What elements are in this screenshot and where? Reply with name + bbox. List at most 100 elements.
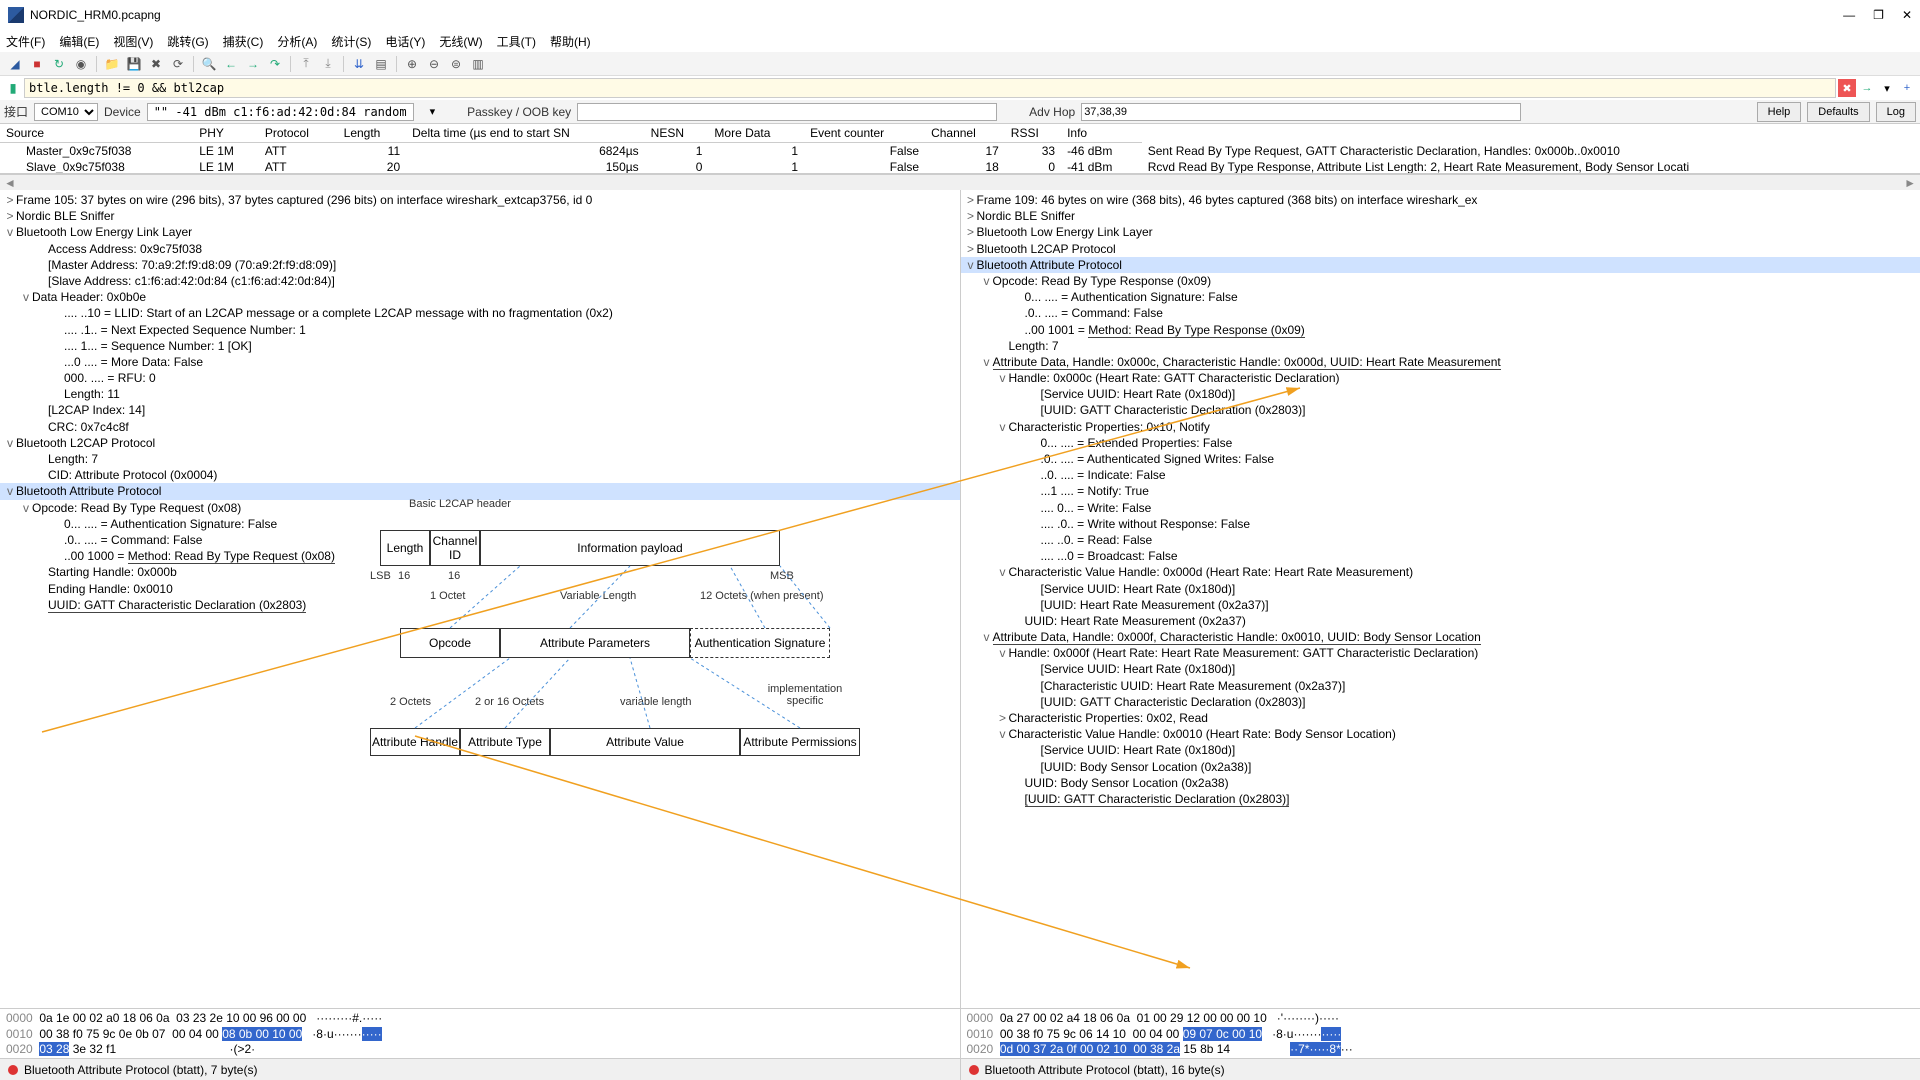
- tree-node[interactable]: Ending Handle: 0x0010: [0, 581, 960, 597]
- help-button[interactable]: Help: [1757, 102, 1802, 122]
- log-button[interactable]: Log: [1876, 102, 1916, 122]
- menu-item[interactable]: 视图(V): [113, 33, 153, 50]
- tree-node[interactable]: [Service UUID: Heart Rate (0x180d)]: [961, 661, 1920, 677]
- tree-node[interactable]: vAttribute Data, Handle: 0x000c, Charact…: [961, 354, 1920, 370]
- goto-last-icon[interactable]: ⤓: [319, 55, 337, 73]
- tree-node[interactable]: .... 1... = Sequence Number: 1 [OK]: [0, 338, 960, 354]
- tree-node[interactable]: Length: 11: [0, 386, 960, 402]
- tree-node[interactable]: vAttribute Data, Handle: 0x000f, Charact…: [961, 629, 1920, 645]
- column-header[interactable]: RSSI: [1005, 124, 1061, 143]
- column-header[interactable]: More Data: [708, 124, 804, 143]
- tree-node[interactable]: .... ..10 = LLID: Start of an L2CAP mess…: [0, 305, 960, 321]
- tree-node[interactable]: 0... .... = Extended Properties: False: [961, 435, 1920, 451]
- menu-item[interactable]: 编辑(E): [59, 33, 99, 50]
- tree-node[interactable]: vCharacteristic Value Handle: 0x000d (He…: [961, 564, 1920, 580]
- tree-node[interactable]: CID: Attribute Protocol (0x0004): [0, 467, 960, 483]
- tree-node[interactable]: [L2CAP Index: 14]: [0, 402, 960, 418]
- packet-list-scrollbar[interactable]: ◄►: [0, 174, 1920, 190]
- tree-node[interactable]: ...0 .... = More Data: False: [0, 354, 960, 370]
- menubar[interactable]: 文件(F)编辑(E)视图(V)跳转(G)捕获(C)分析(A)统计(S)电话(Y)…: [0, 30, 1920, 52]
- tree-node[interactable]: >Characteristic Properties: 0x02, Read: [961, 710, 1920, 726]
- menu-item[interactable]: 帮助(H): [550, 33, 591, 50]
- close-file-icon[interactable]: ✖: [147, 55, 165, 73]
- tree-node[interactable]: [Slave Address: c1:f6:ad:42:0d:84 (c1:f6…: [0, 273, 960, 289]
- autoscroll-icon[interactable]: ⇊: [350, 55, 368, 73]
- tree-node[interactable]: [UUID: GATT Characteristic Declaration (…: [961, 694, 1920, 710]
- table-row[interactable]: Master_0x9c75f038LE 1MATT116824µs11False…: [0, 143, 1920, 160]
- tree-node[interactable]: >Nordic BLE Sniffer: [0, 208, 960, 224]
- resize-cols-icon[interactable]: ▥: [469, 55, 487, 73]
- filter-clear-icon[interactable]: ✖: [1838, 79, 1856, 97]
- prev-icon[interactable]: ←: [222, 55, 240, 73]
- tree-node[interactable]: vData Header: 0x0b0e: [0, 289, 960, 305]
- tree-node[interactable]: vHandle: 0x000f (Heart Rate: Heart Rate …: [961, 645, 1920, 661]
- maximize-button[interactable]: ❐: [1873, 8, 1884, 22]
- find-icon[interactable]: 🔍: [200, 55, 218, 73]
- tree-node[interactable]: >Bluetooth L2CAP Protocol: [961, 241, 1920, 257]
- options-icon[interactable]: ◉: [72, 55, 90, 73]
- open-file-icon[interactable]: 📁: [103, 55, 121, 73]
- tree-node[interactable]: .... .1.. = Next Expected Sequence Numbe…: [0, 322, 960, 338]
- column-header[interactable]: PHY: [193, 124, 259, 143]
- tree-node[interactable]: UUID: Body Sensor Location (0x2a38): [961, 775, 1920, 791]
- zoom-reset-icon[interactable]: ⊜: [447, 55, 465, 73]
- minimize-button[interactable]: —: [1843, 8, 1855, 22]
- tree-node[interactable]: [Service UUID: Heart Rate (0x180d)]: [961, 742, 1920, 758]
- tree-node[interactable]: vCharacteristic Value Handle: 0x0010 (He…: [961, 726, 1920, 742]
- tree-node[interactable]: ..00 1001 = Method: Read By Type Respons…: [961, 322, 1920, 338]
- tree-node[interactable]: [UUID: Heart Rate Measurement (0x2a37)]: [961, 597, 1920, 613]
- hex-view[interactable]: 0000 0a 1e 00 02 a0 18 06 0a 03 23 2e 10…: [0, 1008, 1920, 1058]
- menu-item[interactable]: 文件(F): [6, 33, 45, 50]
- tree-node[interactable]: UUID: Heart Rate Measurement (0x2a37): [961, 613, 1920, 629]
- tree-node[interactable]: [Master Address: 70:a9:2f:f9:d8:09 (70:a…: [0, 257, 960, 273]
- tree-node[interactable]: ..0. .... = Indicate: False: [961, 467, 1920, 483]
- tree-node[interactable]: [Service UUID: Heart Rate (0x180d)]: [961, 581, 1920, 597]
- tree-node[interactable]: .... 0... = Write: False: [961, 500, 1920, 516]
- tree-node[interactable]: vOpcode: Read By Type Response (0x09): [961, 273, 1920, 289]
- column-header[interactable]: Source: [0, 124, 193, 143]
- menu-item[interactable]: 分析(A): [277, 33, 317, 50]
- advhop-input[interactable]: [1081, 103, 1521, 121]
- tree-node[interactable]: UUID: GATT Characteristic Declaration (0…: [0, 597, 960, 613]
- column-header[interactable]: Info: [1061, 124, 1142, 143]
- start-capture-icon[interactable]: ◢: [6, 55, 24, 73]
- column-header[interactable]: Protocol: [259, 124, 338, 143]
- passkey-input[interactable]: [577, 103, 997, 121]
- tree-node[interactable]: 0... .... = Authentication Signature: Fa…: [0, 516, 960, 532]
- tree-node[interactable]: Length: 7: [961, 338, 1920, 354]
- menu-item[interactable]: 捕获(C): [223, 33, 264, 50]
- next-icon[interactable]: →: [244, 55, 262, 73]
- filter-bookmark-icon[interactable]: ▮: [4, 79, 22, 97]
- column-header[interactable]: Delta time (µs end to start SN: [406, 124, 645, 143]
- tree-node[interactable]: ...1 .... = Notify: True: [961, 483, 1920, 499]
- tree-node[interactable]: .0.. .... = Command: False: [0, 532, 960, 548]
- tree-node[interactable]: 000. .... = RFU: 0: [0, 370, 960, 386]
- packet-list[interactable]: SourcePHYProtocolLengthDelta time (µs en…: [0, 124, 1920, 174]
- tree-node[interactable]: ..00 1000 = Method: Read By Type Request…: [0, 548, 960, 564]
- reload-icon[interactable]: ⟳: [169, 55, 187, 73]
- tree-node[interactable]: vBluetooth Attribute Protocol: [961, 257, 1920, 273]
- tree-node[interactable]: Access Address: 0x9c75f038: [0, 241, 960, 257]
- tree-node[interactable]: .... .0.. = Write without Response: Fals…: [961, 516, 1920, 532]
- expert-info-icon[interactable]: [8, 1065, 18, 1075]
- menu-item[interactable]: 工具(T): [497, 33, 536, 50]
- tree-node[interactable]: CRC: 0x7c4c8f: [0, 419, 960, 435]
- close-button[interactable]: ✕: [1902, 8, 1912, 22]
- tree-node[interactable]: 0... .... = Authentication Signature: Fa…: [961, 289, 1920, 305]
- save-file-icon[interactable]: 💾: [125, 55, 143, 73]
- tree-node[interactable]: .0.. .... = Authenticated Signed Writes:…: [961, 451, 1920, 467]
- tree-node[interactable]: vBluetooth Attribute Protocol: [0, 483, 960, 499]
- filter-add-icon[interactable]: +: [1898, 79, 1916, 97]
- tree-node[interactable]: [UUID: GATT Characteristic Declaration (…: [961, 402, 1920, 418]
- hex-right[interactable]: 0000 0a 27 00 02 a4 18 06 0a 01 00 29 12…: [960, 1009, 1920, 1058]
- jump-icon[interactable]: ↷: [266, 55, 284, 73]
- expert-info-icon[interactable]: [969, 1065, 979, 1075]
- tree-node[interactable]: vBluetooth Low Energy Link Layer: [0, 224, 960, 240]
- column-header[interactable]: NESN: [645, 124, 709, 143]
- tree-node[interactable]: vBluetooth L2CAP Protocol: [0, 435, 960, 451]
- tree-node[interactable]: vCharacteristic Properties: 0x10, Notify: [961, 419, 1920, 435]
- packet-details-right[interactable]: >Frame 109: 46 bytes on wire (368 bits),…: [960, 190, 1920, 1008]
- tree-node[interactable]: >Nordic BLE Sniffer: [961, 208, 1920, 224]
- restart-capture-icon[interactable]: ↻: [50, 55, 68, 73]
- column-header[interactable]: Event counter: [804, 124, 925, 143]
